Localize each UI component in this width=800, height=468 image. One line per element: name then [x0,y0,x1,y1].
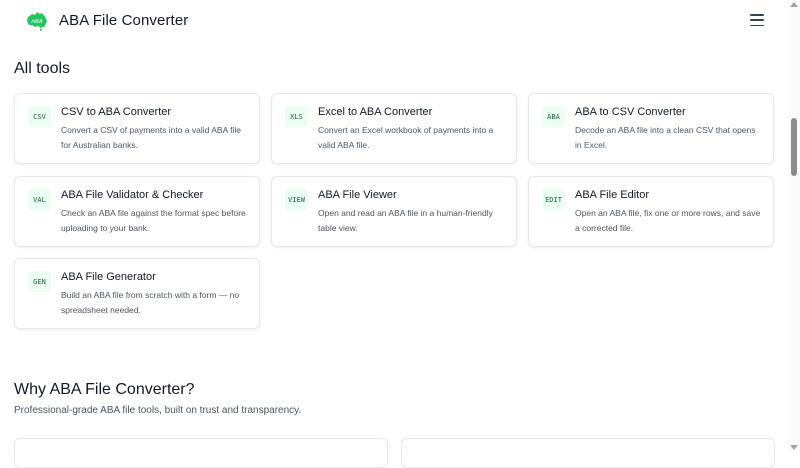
all-tools-heading: All tools [14,60,71,77]
tool-card-editor[interactable]: EDIT ABA File Editor Open an ABA file, f… [528,176,774,247]
aba-badge-icon: ABA [542,106,565,127]
tool-card-description: Convert an Excel workbook of payments in… [318,125,494,150]
tool-card-description: Check an ABA file against the format spe… [61,208,246,233]
page-scrollbar[interactable] [788,0,800,453]
csv-badge-icon: CSV [28,106,51,127]
feature-card [401,438,775,468]
why-subtitle: Professional-grade ABA file tools, built… [14,405,302,416]
val-badge-icon: VAL [28,189,51,210]
tool-card-csv-to-aba[interactable]: CSV CSV to ABA Converter Convert a CSV o… [14,93,260,164]
tool-card-title: ABA to CSV Converter [575,106,686,118]
top-header: ABA ABA File Converter [0,0,788,44]
australia-logo-icon[interactable]: ABA [25,11,49,31]
tool-card-validator[interactable]: VAL ABA File Validator & Checker Check a… [14,176,260,247]
logo-text: ABA [30,19,43,25]
tool-card-generator[interactable]: GEN ABA File Generator Build an ABA file… [14,258,260,329]
why-heading: Why ABA File Converter? [14,381,195,398]
tool-card-excel-to-aba[interactable]: XLS Excel to ABA Converter Convert an Ex… [271,93,517,164]
tool-card-aba-to-csv[interactable]: ABA ABA to CSV Converter Decode an ABA f… [528,93,774,164]
scroll-down-arrow-icon[interactable] [790,445,798,450]
tool-card-viewer[interactable]: VIEW ABA File Viewer Open and read an AB… [271,176,517,247]
tool-card-description: Convert a CSV of payments into a valid A… [61,125,242,150]
view-badge-icon: VIEW [285,189,308,210]
tool-card-description: Open and read an ABA file in a human-fri… [318,208,493,233]
hamburger-menu-icon[interactable] [750,14,764,27]
xls-badge-icon: XLS [285,106,308,127]
tool-card-title: CSV to ABA Converter [61,106,172,118]
tool-card-description: Build an ABA file from scratch with a fo… [61,290,240,315]
tool-card-title: Excel to ABA Converter [318,106,433,118]
tool-card-title: ABA File Viewer [318,189,397,201]
tool-card-title: ABA File Editor [575,189,649,201]
edit-badge-icon: EDIT [542,189,565,210]
gen-badge-icon: GEN [28,271,51,292]
scroll-up-arrow-icon[interactable] [790,2,798,7]
tool-card-title: ABA File Generator [61,271,156,283]
scrollbar-thumb[interactable] [791,118,797,176]
tool-card-description: Decode an ABA file into a clean CSV that… [575,125,756,150]
feature-card [14,438,388,468]
brand-name[interactable]: ABA File Converter [59,12,188,29]
tool-card-title: ABA File Validator & Checker [61,189,204,201]
tool-card-description: Open an ABA file, fix one or more rows, … [575,208,761,233]
